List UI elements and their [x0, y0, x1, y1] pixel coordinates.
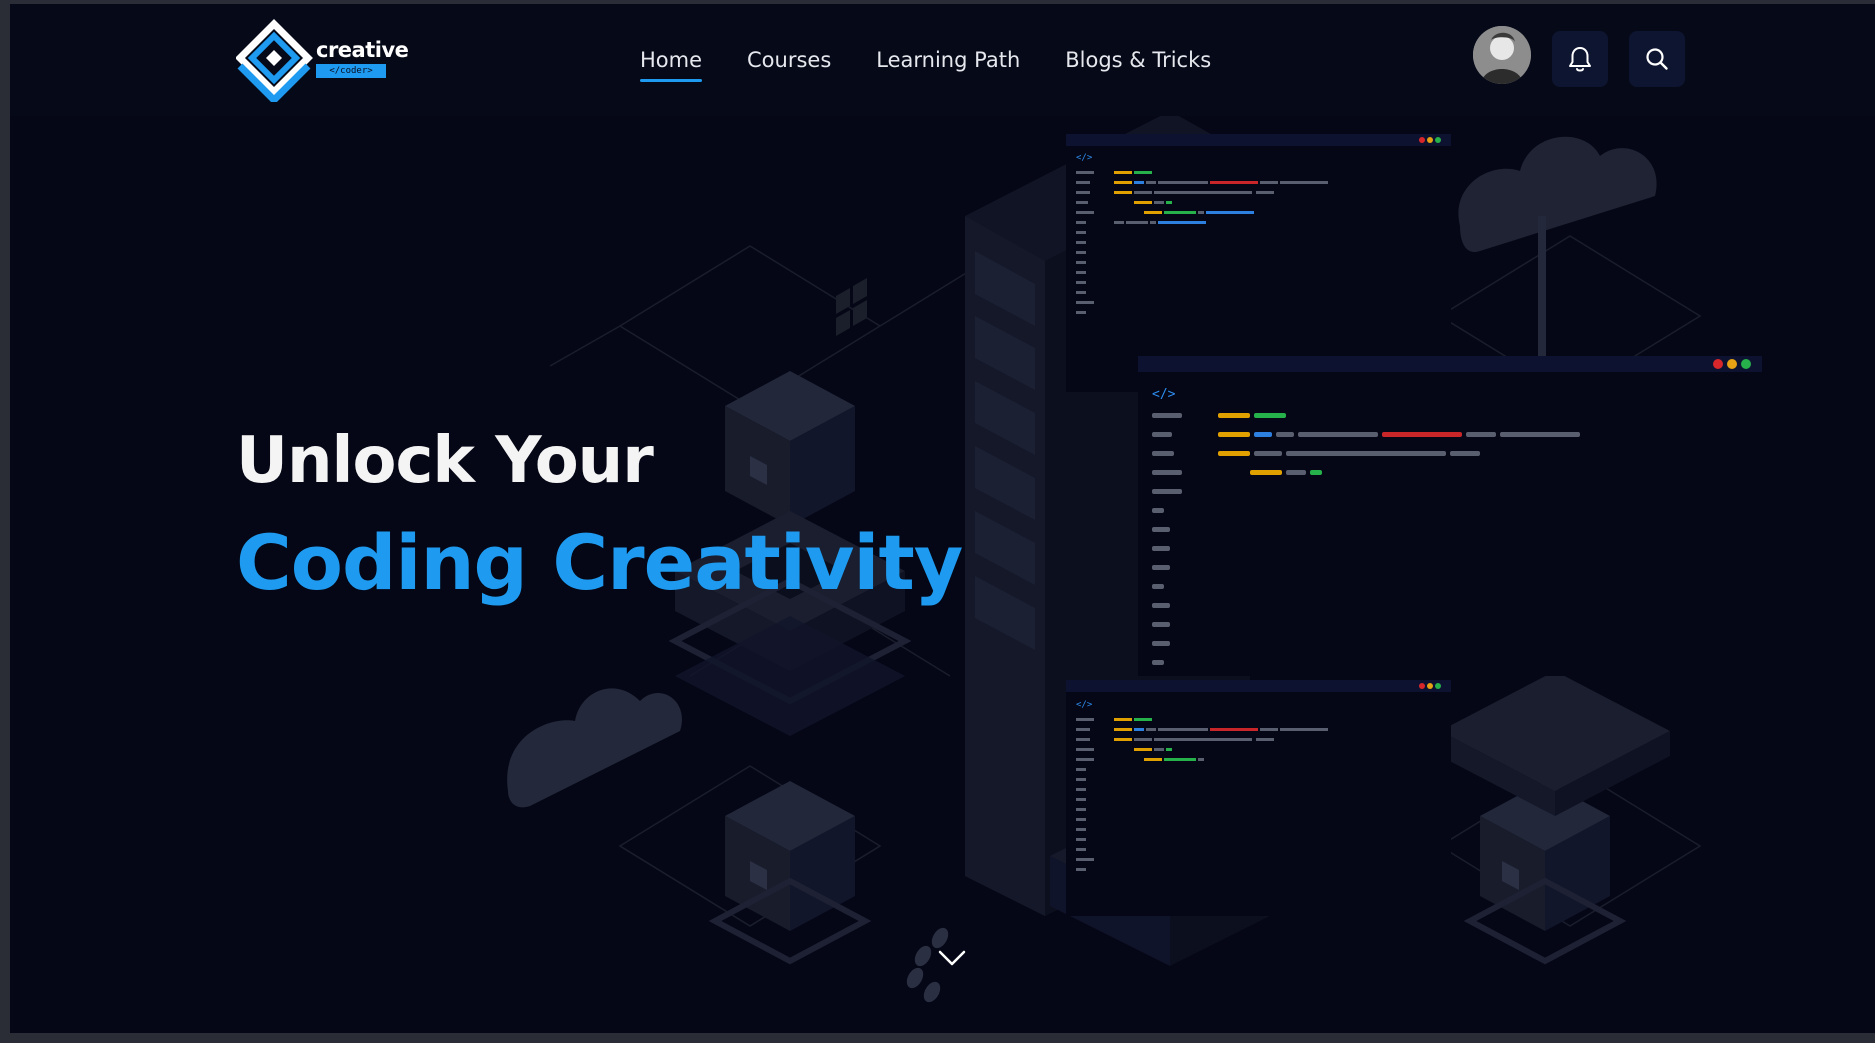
code-tag-text: </> [1076, 153, 1093, 163]
chevron-down-icon [938, 950, 966, 966]
scroll-down-button[interactable] [932, 944, 972, 974]
search-icon [1646, 48, 1668, 70]
code-tag-text: </> [1152, 387, 1176, 402]
nav-home[interactable]: Home [640, 48, 703, 82]
user-avatar[interactable] [1473, 26, 1531, 84]
search-button[interactable] [1629, 31, 1685, 87]
nav-courses[interactable]: Courses [747, 48, 831, 82]
logo-mark-icon [236, 19, 313, 102]
hero-heading: Unlock Your Coding Creativity [236, 424, 963, 607]
notifications-button[interactable] [1552, 31, 1608, 87]
nav-learning-path[interactable]: Learning Path [876, 48, 1020, 82]
hero-heading-line1: Unlock Your [236, 424, 654, 498]
hero-heading-line2: Coding Creativity [236, 518, 963, 607]
avatar-image [1473, 26, 1531, 84]
main-nav: Home Courses Learning Path Blogs & Trick… [640, 48, 1211, 82]
code-window-top: </> [1066, 134, 1451, 392]
code-tag-text: </> [1076, 700, 1093, 710]
nav-blogs-tricks[interactable]: Blogs & Tricks [1065, 48, 1211, 82]
site-header: creative </coder> Home Courses Learning … [10, 4, 1875, 116]
brand-name: creative [316, 38, 409, 62]
code-window-middle: </> [1138, 356, 1762, 676]
brand-logo[interactable]: creative </coder> [236, 18, 409, 102]
page: </> </> </> creative </coder> Home Cours… [10, 4, 1875, 1033]
code-window-bottom: </> [1066, 680, 1451, 916]
brand-tagline: </coder> [316, 64, 386, 78]
bell-icon [1569, 47, 1591, 72]
